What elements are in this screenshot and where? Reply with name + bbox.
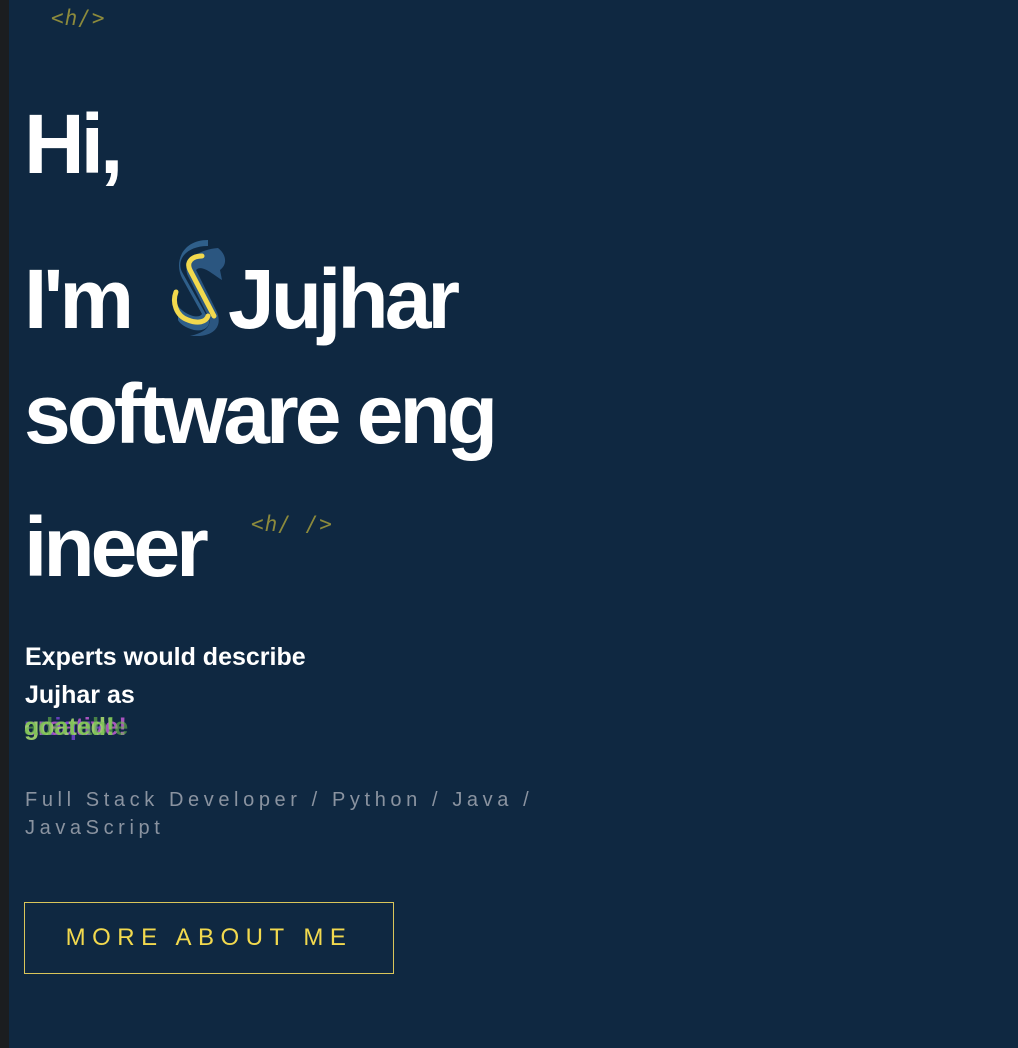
- window-edge: [0, 0, 9, 1048]
- describe-line-2: Jujhar as: [25, 681, 135, 709]
- hero-name-line: I'm Jujhar: [24, 240, 460, 341]
- hero-name-text: Jujhar: [228, 252, 460, 346]
- decorative-code-tag-closing: <h/ />: [251, 512, 333, 536]
- hero-section: <h/> Hi, I'm Jujhar software eng ineer <…: [9, 0, 1018, 1048]
- python-style-s-logo-icon: [168, 240, 228, 337]
- hero-title-line-2: ineer: [24, 500, 209, 594]
- describe-line-1: Experts would describe: [25, 643, 306, 671]
- hero-greeting: Hi,: [24, 97, 123, 191]
- decorative-code-tag: <h/>: [51, 6, 106, 30]
- describe-text: Experts would describe Jujhar as: [25, 638, 355, 714]
- rotating-word: adorable: [24, 713, 129, 741]
- skills-tagline: Full Stack Developer / Python / Java / J…: [25, 789, 534, 839]
- hero-im-text: I'm: [24, 252, 134, 346]
- rotating-words: creative! unique! goated! adorable: [24, 713, 224, 749]
- hero-title-line-1: software eng: [24, 367, 498, 461]
- more-about-me-button[interactable]: MORE ABOUT ME: [24, 902, 394, 974]
